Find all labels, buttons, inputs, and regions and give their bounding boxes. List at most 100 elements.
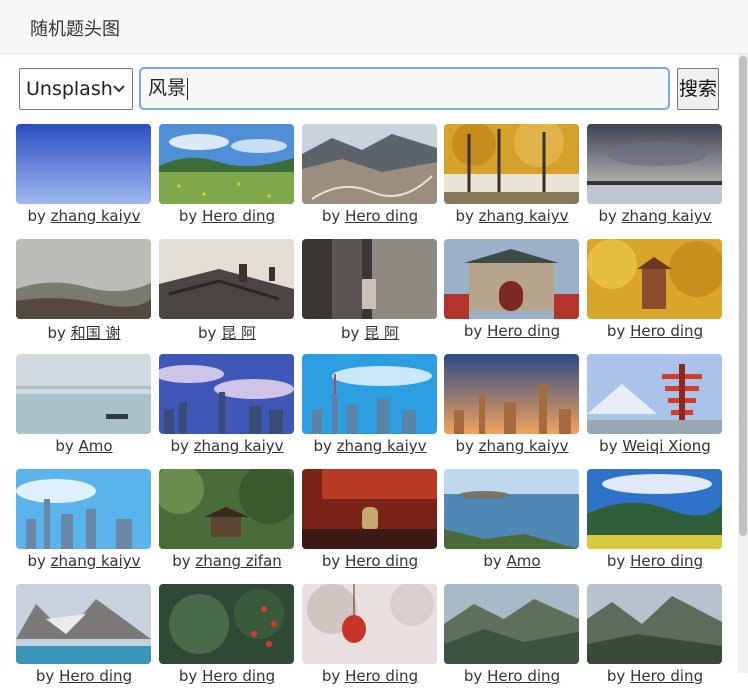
photo-thumbnail[interactable] [302, 584, 437, 664]
author-link[interactable]: Hero ding [630, 667, 703, 685]
photo-thumbnail[interactable] [16, 239, 151, 319]
scrollbar[interactable] [738, 54, 748, 673]
credit-by-label: by [198, 324, 222, 342]
credit-by-label: by [599, 437, 623, 455]
credit-by-label: by [27, 552, 51, 570]
photo-thumbnail[interactable] [302, 239, 437, 319]
photo-thumbnail[interactable] [16, 469, 151, 549]
photo-card[interactable]: by Hero ding [587, 584, 723, 690]
photo-card[interactable]: by zhang kaiyv [444, 124, 580, 230]
photo-credit: by zhang kaiyv [147, 437, 307, 455]
photo-thumbnail[interactable] [159, 469, 294, 549]
photo-thumbnail[interactable] [587, 239, 722, 319]
photo-thumbnail[interactable] [587, 354, 722, 434]
photo-thumbnail[interactable] [16, 584, 151, 664]
photo-card[interactable]: by zhang kaiyv [16, 124, 152, 230]
photo-thumbnail[interactable] [444, 354, 579, 434]
photo-thumbnail[interactable] [16, 124, 151, 204]
photo-credit: by Hero ding [4, 667, 164, 685]
photo-thumbnail[interactable] [159, 124, 294, 204]
author-link[interactable]: zhang kaiyv [51, 207, 141, 225]
photo-card[interactable]: by Hero ding [302, 124, 438, 230]
credit-by-label: by [483, 552, 507, 570]
photo-credit: by 昆 阿 [147, 322, 307, 343]
photo-card[interactable]: by zhang kaiyv [587, 124, 723, 230]
photo-thumbnail[interactable] [159, 584, 294, 664]
photo-thumbnail[interactable] [302, 354, 437, 434]
photo-thumbnail[interactable] [16, 354, 151, 434]
author-link[interactable]: Hero ding [630, 322, 703, 340]
photo-thumbnail[interactable] [444, 584, 579, 664]
author-link[interactable]: Hero ding [487, 667, 560, 685]
credit-by-label: by [313, 437, 337, 455]
photo-credit: by Amo [432, 552, 592, 570]
author-link[interactable]: Hero ding [202, 207, 275, 225]
author-link[interactable]: zhang kaiyv [51, 552, 141, 570]
photo-card[interactable]: by 昆 阿 [159, 239, 295, 345]
photo-card[interactable]: by Hero ding [444, 584, 580, 690]
author-link[interactable]: zhang kaiyv [337, 437, 427, 455]
author-link[interactable]: 昆 阿 [221, 324, 256, 342]
scrollbar-thumb[interactable] [739, 56, 747, 536]
author-link[interactable]: Hero ding [345, 207, 418, 225]
photo-credit: by Hero ding [290, 552, 450, 570]
author-link[interactable]: Hero ding [345, 667, 418, 685]
photo-thumbnail[interactable] [444, 469, 579, 549]
photo-card[interactable]: by Amo [444, 469, 580, 575]
author-link[interactable]: Hero ding [487, 322, 560, 340]
photo-thumbnail[interactable] [159, 354, 294, 434]
photo-card[interactable]: by Hero ding [587, 469, 723, 575]
photo-card[interactable]: by zhang kaiyv [159, 354, 295, 460]
photo-thumbnail[interactable] [159, 239, 294, 319]
photo-card[interactable]: by Hero ding [159, 584, 295, 690]
photo-card[interactable]: by Weiqi Xiong [587, 354, 723, 460]
photo-thumbnail[interactable] [444, 124, 579, 204]
author-link[interactable]: zhang kaiyv [479, 207, 569, 225]
author-link[interactable]: zhang kaiyv [194, 437, 284, 455]
photo-credit: by 和国 谢 [4, 322, 164, 343]
photo-card[interactable]: by zhang zifan [159, 469, 295, 575]
photo-credit: by zhang kaiyv [4, 552, 164, 570]
author-link[interactable]: Amo [507, 552, 541, 570]
page-title: 随机题头图 [30, 19, 120, 40]
photo-thumbnail[interactable] [444, 239, 579, 319]
author-link[interactable]: 昆 阿 [364, 324, 399, 342]
author-link[interactable]: Hero ding [345, 552, 418, 570]
photo-card[interactable]: by Amo [16, 354, 152, 460]
author-link[interactable]: 和国 谢 [71, 324, 121, 342]
photo-card[interactable]: by 和国 谢 [16, 239, 152, 345]
credit-by-label: by [178, 667, 203, 685]
author-link[interactable]: zhang kaiyv [622, 207, 712, 225]
source-select[interactable]: Unsplash [19, 68, 133, 110]
photo-card[interactable]: by Hero ding [302, 584, 438, 690]
author-link[interactable]: zhang zifan [195, 552, 281, 570]
author-link[interactable]: Amo [79, 437, 113, 455]
photo-card[interactable]: by Hero ding [16, 584, 152, 690]
author-link[interactable]: Hero ding [630, 552, 703, 570]
author-link[interactable]: Hero ding [202, 667, 275, 685]
photo-card[interactable]: by Hero ding [302, 469, 438, 575]
author-link[interactable]: Hero ding [59, 667, 132, 685]
photo-card[interactable]: by Hero ding [444, 239, 580, 345]
author-link[interactable]: zhang kaiyv [479, 437, 569, 455]
photo-credit: by Hero ding [290, 207, 450, 225]
photo-credit: by Hero ding [575, 667, 735, 685]
photo-card[interactable]: by Hero ding [587, 239, 723, 345]
credit-by-label: by [321, 667, 346, 685]
photo-thumbnail[interactable] [587, 584, 722, 664]
photo-card[interactable]: by zhang kaiyv [444, 354, 580, 460]
photo-credit: by Hero ding [432, 322, 592, 340]
photo-thumbnail[interactable] [587, 469, 722, 549]
photo-card[interactable]: by 昆 阿 [302, 239, 438, 345]
photo-credit: by Weiqi Xiong [575, 437, 735, 455]
photo-thumbnail[interactable] [302, 124, 437, 204]
search-button[interactable]: 搜索 [677, 68, 719, 110]
photo-credit: by 昆 阿 [290, 322, 450, 343]
search-input[interactable]: 风景 [139, 67, 670, 110]
photo-card[interactable]: by zhang kaiyv [16, 469, 152, 575]
photo-thumbnail[interactable] [302, 469, 437, 549]
photo-thumbnail[interactable] [587, 124, 722, 204]
author-link[interactable]: Weiqi Xiong [622, 437, 710, 455]
photo-card[interactable]: by Hero ding [159, 124, 295, 230]
photo-card[interactable]: by zhang kaiyv [302, 354, 438, 460]
